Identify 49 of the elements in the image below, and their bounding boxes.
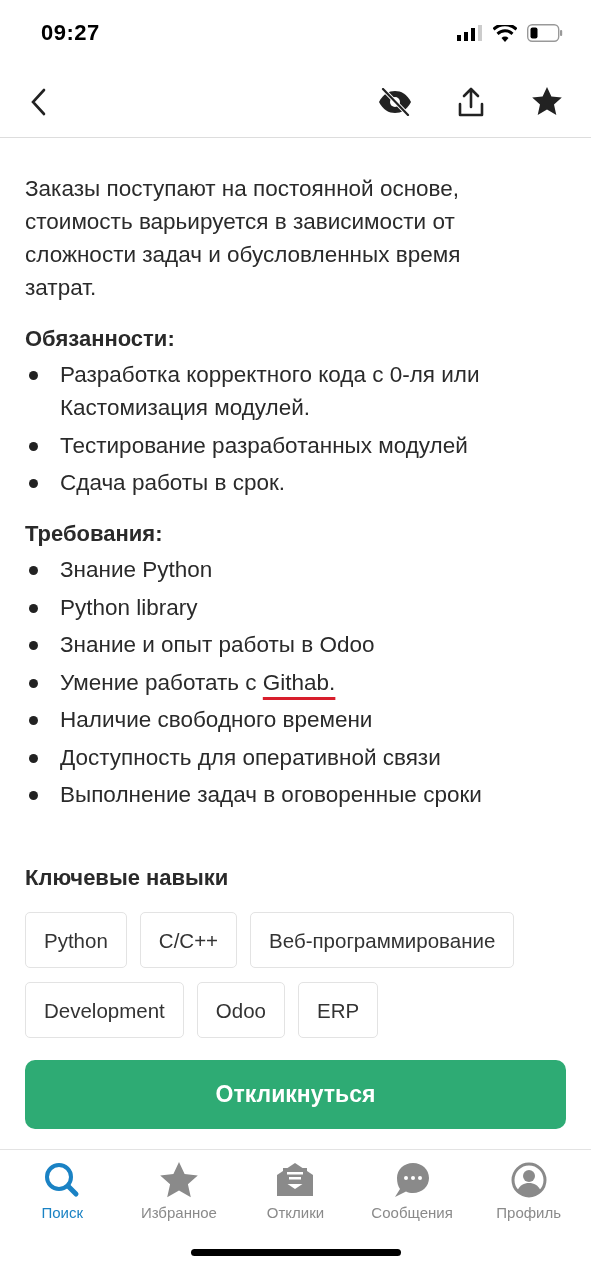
skill-tag: Веб-программирование xyxy=(250,912,515,968)
skill-tag: C/C++ xyxy=(139,912,238,968)
description-text: Заказы поступают на постоянной основе, стоимость варьируется в зависимости от сложности задач и обусловленных время затрат. xyxy=(25,175,462,302)
bullet-icon xyxy=(29,791,38,800)
tab[interactable]: Избранное xyxy=(123,1162,234,1221)
respond-button[interactable]: Откликнуться xyxy=(25,1060,566,1129)
bullet-icon xyxy=(29,753,38,763)
list-item-text: Разработка корректного кода с 0-ля или Кастомизация модулей. xyxy=(60,361,481,422)
tab[interactable]: Профиль xyxy=(473,1162,584,1221)
star-icon xyxy=(532,87,562,116)
envelope-icon xyxy=(277,1162,314,1198)
eye-slash-icon xyxy=(378,87,412,116)
skills-heading: Ключевые навыки xyxy=(25,864,230,892)
list-item-text: Знание Python xyxy=(60,556,213,584)
skill-tag: Odoo xyxy=(196,982,285,1038)
chat-bubble-icon xyxy=(394,1162,431,1198)
skill-tag: ERP xyxy=(297,982,379,1038)
bullet-icon xyxy=(29,371,38,380)
skill-tag: Development xyxy=(25,982,184,1038)
list-item-text: Наличие свободного времени xyxy=(60,706,373,734)
bullet-icon xyxy=(29,566,38,575)
skill-tag: Python xyxy=(25,912,127,968)
clock: 09:27 xyxy=(41,20,100,46)
bullet-icon xyxy=(29,678,38,688)
list-item-text: Python library xyxy=(60,593,198,622)
back-icon xyxy=(30,87,46,116)
tab[interactable]: Сообщения xyxy=(357,1162,468,1221)
bullet-icon xyxy=(29,441,38,451)
tab[interactable]: Отклики xyxy=(240,1162,351,1221)
bullet-icon xyxy=(29,641,38,650)
star-icon xyxy=(159,1162,198,1198)
tab[interactable]: Поиск xyxy=(7,1162,118,1221)
bullet-icon xyxy=(29,603,38,613)
list-item-text: Знание и опыт работы в Odoo xyxy=(60,631,375,659)
bullet-icon xyxy=(29,479,38,488)
list-item-text: Выполнение задач в оговоренные сроки xyxy=(60,781,482,809)
list-item-text: Тестирование разработанных модулей xyxy=(60,431,468,460)
search-icon xyxy=(44,1162,81,1198)
battery-icon xyxy=(527,24,563,42)
section-heading: Требования: xyxy=(25,520,164,548)
list-item-text: Сдача работы в срок. xyxy=(60,469,286,497)
wifi-icon xyxy=(493,24,517,42)
list-item-text: Доступность для оперативной связи xyxy=(60,743,441,772)
bullet-icon xyxy=(29,716,38,725)
list-item-text: Умение работать с Githab. xyxy=(60,668,336,697)
share-icon xyxy=(458,86,484,117)
section-heading: Обязанности: xyxy=(25,325,176,353)
profile-icon xyxy=(510,1162,547,1198)
signal-icon xyxy=(457,25,483,41)
